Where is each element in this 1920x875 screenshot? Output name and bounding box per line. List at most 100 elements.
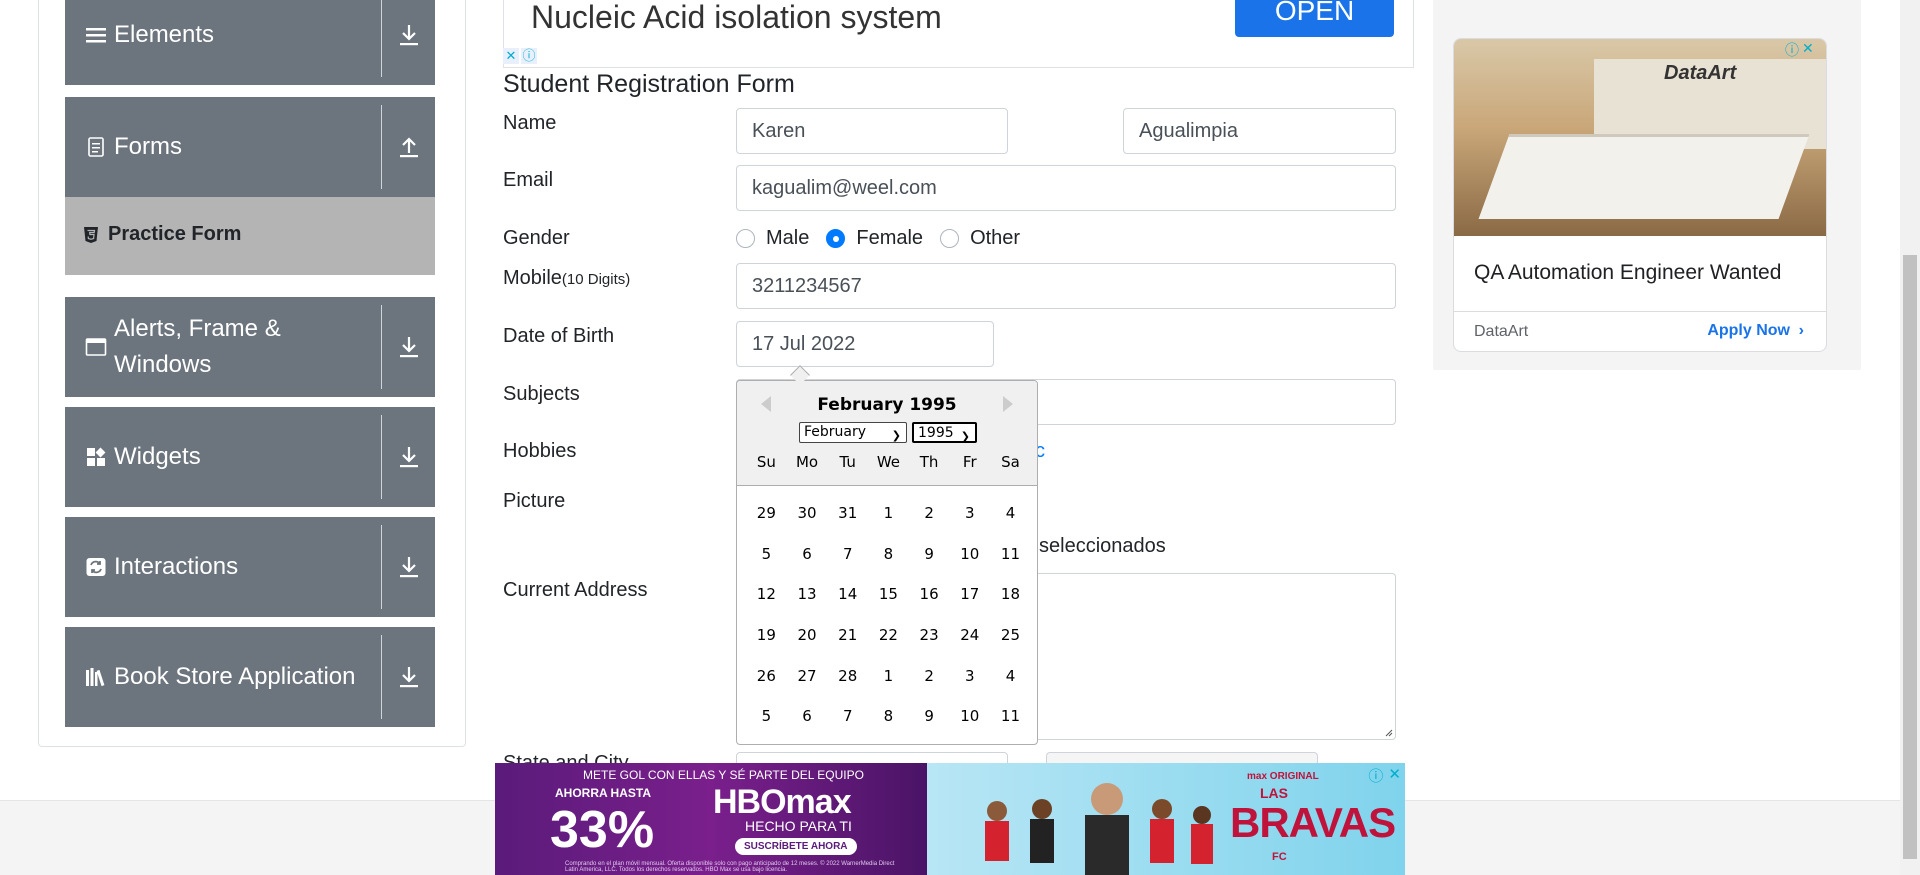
datepicker-day[interactable]: 11 xyxy=(990,696,1031,737)
datepicker-day[interactable]: 26 xyxy=(746,656,787,697)
datepicker-day[interactable]: 2 xyxy=(909,656,950,697)
ad-open-button[interactable]: OPEN xyxy=(1235,0,1394,37)
datepicker-day[interactable]: 8 xyxy=(868,696,909,737)
radio-male[interactable] xyxy=(736,229,755,248)
email-label: Email xyxy=(503,169,554,191)
datepicker-day[interactable]: 29 xyxy=(746,493,787,534)
datepicker-day[interactable]: 4 xyxy=(990,493,1031,534)
sidebar-group-alerts-frame-windows[interactable]: Alerts, Frame & Windows xyxy=(65,297,435,397)
dob-input[interactable]: 17 Jul 2022 xyxy=(736,321,994,367)
datepicker-day[interactable]: 15 xyxy=(868,574,909,615)
sidebar-item-practice-form[interactable]: Practice Form xyxy=(65,197,435,275)
radio-female[interactable] xyxy=(826,229,846,248)
bottom-ad-marks: ⓘ ✕ xyxy=(1368,765,1401,786)
top-ad-banner[interactable]: Nucleic Acid isolation system OPEN xyxy=(503,0,1414,68)
resize-handle-icon[interactable] xyxy=(1383,727,1393,737)
document-icon xyxy=(88,137,104,157)
datepicker-day[interactable]: 11 xyxy=(990,534,1031,575)
download-arrow-icon[interactable] xyxy=(397,664,421,690)
scrollbar-thumb[interactable] xyxy=(1903,255,1917,859)
sidebar-group-book-store[interactable]: Book Store Application xyxy=(65,627,435,727)
datepicker-day[interactable]: 5 xyxy=(746,696,787,737)
download-arrow-icon[interactable] xyxy=(397,22,421,48)
datepicker-day[interactable]: 25 xyxy=(990,615,1031,656)
gender-label: Gender xyxy=(503,227,570,249)
bottom-ad-banner[interactable]: METE GOL CON ELLAS Y SÉ PARTE DEL EQUIPO… xyxy=(495,763,1405,875)
next-month-icon[interactable] xyxy=(1003,396,1013,412)
show-title-fc: FC xyxy=(1272,851,1287,863)
datepicker-day[interactable]: 20 xyxy=(787,615,828,656)
datepicker-day[interactable]: 16 xyxy=(909,574,950,615)
datepicker-day[interactable]: 3 xyxy=(949,493,990,534)
datepicker-day[interactable]: 22 xyxy=(868,615,909,656)
subscribe-button[interactable]: SUSCRÍBETE AHORA xyxy=(735,838,857,855)
datepicker-day[interactable]: 4 xyxy=(990,656,1031,697)
sidebar-group-forms[interactable]: Forms xyxy=(65,97,435,197)
datepicker-day[interactable]: 1 xyxy=(868,493,909,534)
close-ad-icon[interactable]: ✕ xyxy=(1388,765,1401,786)
ad-headline[interactable]: QA Automation Engineer Wanted xyxy=(1474,261,1781,285)
datepicker-day[interactable]: 10 xyxy=(949,696,990,737)
upload-arrow-icon[interactable] xyxy=(397,134,421,160)
datepicker-day[interactable]: 9 xyxy=(909,534,950,575)
datepicker-day[interactable]: 19 xyxy=(746,615,787,656)
datepicker-day[interactable]: 7 xyxy=(827,696,868,737)
datepicker-day[interactable]: 5 xyxy=(746,534,787,575)
datepicker-day[interactable]: 27 xyxy=(787,656,828,697)
datepicker-day[interactable]: 30 xyxy=(787,493,828,534)
datepicker-day[interactable]: 2 xyxy=(909,493,950,534)
download-arrow-icon[interactable] xyxy=(397,554,421,580)
day-name: Sa xyxy=(1001,453,1020,471)
datepicker-day-names: Su Mo Tu We Th Fr Sa xyxy=(746,453,1031,471)
year-select[interactable]: 1995 ❯ xyxy=(912,422,977,443)
show-title-bravas: BRAVAS xyxy=(1230,799,1396,846)
download-arrow-icon[interactable] xyxy=(397,334,421,360)
datepicker-day[interactable]: 9 xyxy=(909,696,950,737)
ad-info-icon[interactable]: ⓘ xyxy=(1785,40,1799,60)
name-label: Name xyxy=(503,112,557,134)
download-arrow-icon[interactable] xyxy=(397,444,421,470)
close-ad-icon[interactable]: ✕ xyxy=(1802,40,1814,60)
month-select[interactable]: February ❯ xyxy=(799,422,907,443)
datepicker-day[interactable]: 31 xyxy=(827,493,868,534)
ad-info-icon[interactable]: ⓘ xyxy=(521,48,537,64)
subjects-label: Subjects xyxy=(503,383,580,405)
datepicker-day[interactable]: 18 xyxy=(990,574,1031,615)
sidebar-group-elements[interactable]: Elements xyxy=(65,0,435,85)
close-ad-icon[interactable]: ✕ xyxy=(503,48,519,64)
datepicker-week: 26 27 28 1 2 3 4 xyxy=(746,656,1031,697)
datepicker-day[interactable]: 23 xyxy=(909,615,950,656)
gender-option-other[interactable]: Other xyxy=(940,227,1020,250)
datepicker-day[interactable]: 17 xyxy=(949,574,990,615)
datepicker-week: 5 6 7 8 9 10 11 xyxy=(746,696,1031,737)
datepicker-day[interactable]: 24 xyxy=(949,615,990,656)
email-input[interactable]: kagualim@weel.com xyxy=(736,165,1396,211)
datepicker-day[interactable]: 14 xyxy=(827,574,868,615)
datepicker-header: February 1995 February ❯ 1995 ❯ Su Mo Tu We Th… xyxy=(737,381,1037,486)
datepicker-day[interactable]: 7 xyxy=(827,534,868,575)
gender-option-female[interactable]: Female xyxy=(826,227,923,250)
sidebar-group-label: Forms xyxy=(114,133,182,160)
mobile-input[interactable]: 3211234567 xyxy=(736,263,1396,309)
ad-info-icon[interactable]: ⓘ xyxy=(1368,765,1383,786)
datepicker-day[interactable]: 6 xyxy=(787,696,828,737)
datepicker-day[interactable]: 3 xyxy=(949,656,990,697)
datepicker-day[interactable]: 6 xyxy=(787,534,828,575)
datepicker-day[interactable]: 1 xyxy=(868,656,909,697)
radio-other[interactable] xyxy=(940,229,960,248)
first-name-input[interactable]: Karen xyxy=(736,108,1008,154)
sidebar-group-widgets[interactable]: Widgets xyxy=(65,407,435,507)
datepicker-day[interactable]: 8 xyxy=(868,534,909,575)
datepicker-day[interactable]: 12 xyxy=(746,574,787,615)
datepicker-day[interactable]: 10 xyxy=(949,534,990,575)
datepicker-day[interactable]: 13 xyxy=(787,574,828,615)
datepicker-day[interactable]: 28 xyxy=(827,656,868,697)
gender-option-male[interactable]: Male xyxy=(736,227,809,250)
datepicker-day[interactable]: 21 xyxy=(827,615,868,656)
last-name-input[interactable]: Agualimpia xyxy=(1123,108,1396,154)
picture-label: Picture xyxy=(503,490,566,512)
datepicker-week: 29 30 31 1 2 3 4 xyxy=(746,493,1031,534)
right-ad-card[interactable]: DataArt QA Automation Engineer Wanted Da… xyxy=(1453,38,1827,352)
sidebar-group-interactions[interactable]: Interactions xyxy=(65,517,435,617)
apply-now-link[interactable]: Apply Now xyxy=(1707,322,1790,340)
